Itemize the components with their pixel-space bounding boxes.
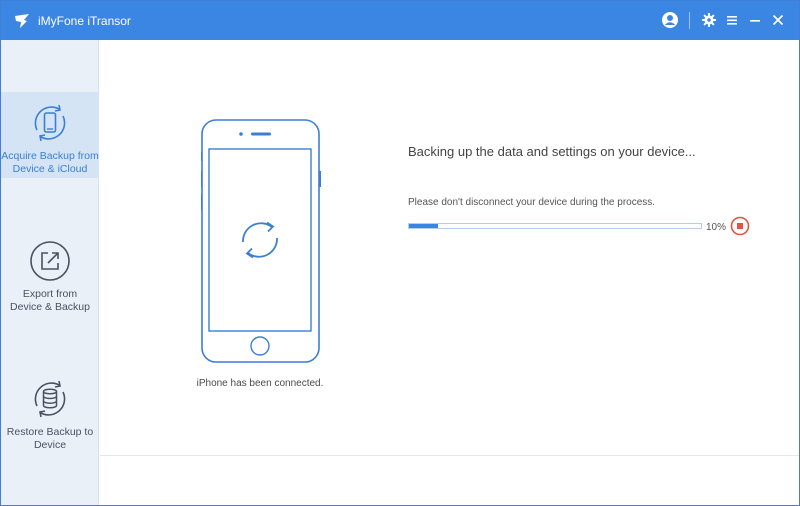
progress-fill bbox=[409, 224, 439, 228]
app-title: iMyFone iTransor bbox=[38, 14, 131, 28]
main-panel: iPhone has been connected. Backing up th… bbox=[100, 40, 799, 505]
app-logo-icon bbox=[15, 14, 29, 28]
sidebar-item-label-line2: Device & Backup bbox=[10, 300, 90, 313]
sidebar-item-label-line2: Device & iCloud bbox=[12, 162, 88, 175]
app-window: iMyFone iTransor Acquire Backup from Dev… bbox=[0, 0, 800, 506]
disconnect-warning-text: Please don't disconnect your device duri… bbox=[408, 197, 656, 208]
account-icon[interactable] bbox=[661, 11, 679, 29]
footer-divider bbox=[100, 455, 799, 456]
sidebar-item-acquire-backup[interactable]: Acquire Backup from Device & iCloud bbox=[1, 92, 99, 178]
stop-icon bbox=[737, 223, 743, 229]
sidebar-item-label-line1: Restore Backup to bbox=[6, 426, 94, 438]
phone-caption: iPhone has been connected. bbox=[196, 378, 324, 389]
sidebar-item-export[interactable]: Export from Device & Backup bbox=[1, 230, 99, 320]
sidebar-item-label-line1: Acquire Backup from bbox=[1, 150, 99, 162]
sidebar-item-restore-backup[interactable]: Restore Backup to Device bbox=[1, 368, 99, 458]
backup-progress-bar bbox=[408, 223, 702, 229]
sidebar-item-label-line2: Device bbox=[33, 438, 67, 451]
backup-status-text: Backing up the data and settings on your… bbox=[408, 144, 696, 159]
gear-icon[interactable] bbox=[700, 11, 718, 29]
close-icon[interactable] bbox=[769, 11, 787, 29]
title-bar[interactable]: iMyFone iTransor bbox=[1, 1, 799, 40]
menu-icon[interactable] bbox=[723, 11, 741, 29]
phone-refresh-icon bbox=[34, 104, 66, 142]
progress-percent: 10% bbox=[706, 222, 727, 233]
export-icon bbox=[30, 241, 70, 281]
minimize-icon[interactable] bbox=[746, 11, 764, 29]
iphone-illustration bbox=[201, 119, 321, 363]
sidebar: Acquire Backup from Device & iCloud Expo… bbox=[1, 40, 99, 505]
stop-button[interactable] bbox=[730, 216, 750, 236]
titlebar-separator bbox=[689, 12, 690, 29]
sidebar-item-label-line1: Export from bbox=[22, 288, 78, 300]
database-refresh-icon bbox=[34, 380, 66, 418]
